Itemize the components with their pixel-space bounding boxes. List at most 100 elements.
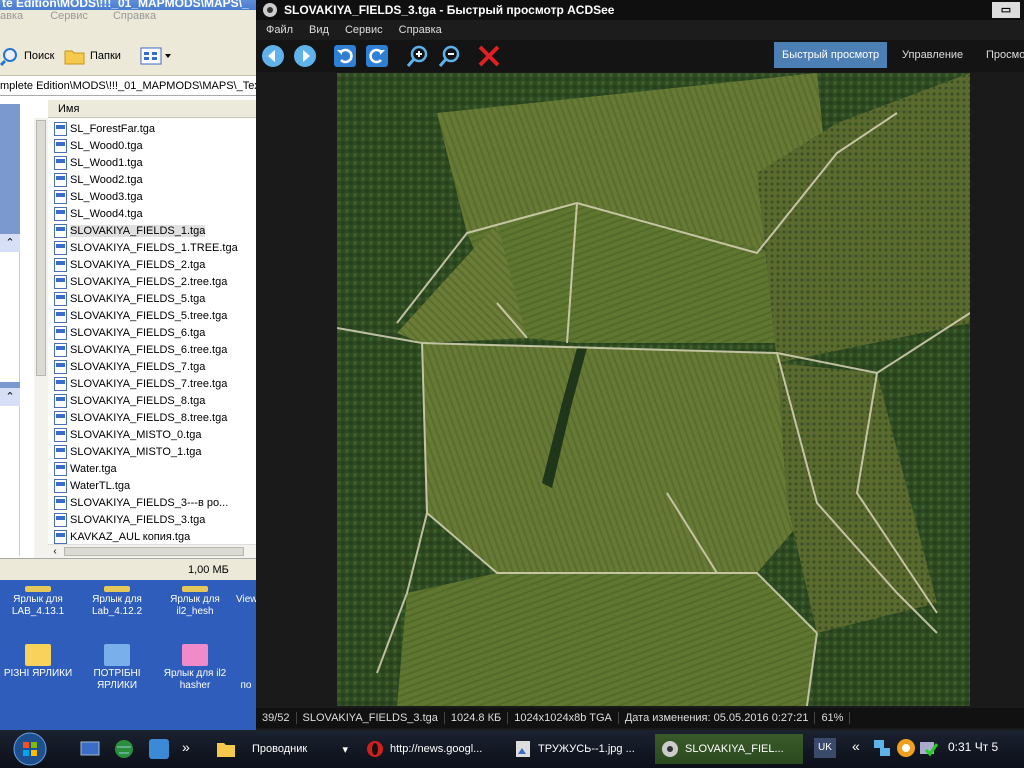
list-item[interactable]: SLOVAKIYA_FIELDS_6.tga [54, 324, 205, 341]
globe-icon[interactable] [114, 739, 134, 759]
clock[interactable]: 0:31 Чт 5 [948, 740, 998, 754]
task-acdsee[interactable]: SLOVAKIYA_FIEL... [655, 734, 803, 764]
views-icon [140, 47, 171, 65]
tga-file-icon [54, 189, 67, 204]
scroll-left-icon[interactable]: ‹ [48, 546, 62, 557]
list-item[interactable]: SL_Wood3.tga [54, 188, 143, 205]
list-item[interactable]: SL_Wood1.tga [54, 154, 143, 171]
rotate-left-icon[interactable] [333, 44, 357, 68]
list-item[interactable]: SLOVAKIYA_FIELDS_3---в ро... [54, 494, 228, 511]
list-item[interactable]: SL_Wood2.tga [54, 171, 143, 188]
task-image-editor[interactable]: ТРУЖУСЬ--1.jpg ... [508, 734, 648, 764]
list-item[interactable]: SLOVAKIYA_FIELDS_2.tree.tga [54, 273, 227, 290]
list-item[interactable]: SLOVAKIYA_MISTO_0.tga [54, 426, 201, 443]
list-item[interactable]: SLOVAKIYA_FIELDS_8.tga [54, 392, 205, 409]
minimize-button[interactable]: ▭ [992, 2, 1020, 18]
menu-file[interactable]: Файл [266, 24, 293, 36]
action-center-icon[interactable] [918, 738, 938, 758]
tab-view[interactable]: Просмо [978, 42, 1024, 68]
views-button[interactable] [140, 44, 172, 68]
folder-icon [104, 644, 130, 666]
search-button[interactable]: Поиск [0, 44, 54, 68]
acdsee-window: SLOVAKIYA_FIELDS_3.tga - Быстрый просмот… [256, 0, 1024, 730]
delete-icon[interactable] [477, 44, 501, 68]
column-header-name[interactable]: Имя [48, 100, 256, 118]
file-name: SLOVAKIYA_FIELDS_1.tga [70, 224, 206, 237]
list-item[interactable]: SL_Wood4.tga [54, 205, 143, 222]
list-item[interactable]: KAVKAZ_AUL копия.tga [54, 528, 190, 545]
zoom-out-icon[interactable] [437, 44, 461, 68]
desktop-icon[interactable]: Ярлык для LAB_4.13.1 [3, 586, 73, 618]
task-explorer[interactable]: Проводник ▾ [210, 734, 352, 764]
next-arrow-icon[interactable] [293, 44, 317, 68]
language-indicator[interactable]: UK [814, 738, 836, 758]
tga-file-icon [54, 461, 67, 476]
desktop-icon[interactable]: РІЗНІ ЯРЛИКИ [3, 644, 73, 680]
list-item[interactable]: SLOVAKIYA_FIELDS_5.tga [54, 290, 205, 307]
list-item[interactable]: SLOVAKIYA_FIELDS_1.tga [54, 222, 206, 239]
collapse-chevron-icon[interactable]: ⌃ [0, 234, 20, 252]
list-item[interactable]: SLOVAKIYA_FIELDS_8.tree.tga [54, 409, 227, 426]
search-icon [0, 48, 17, 66]
menu-help[interactable]: Справка [399, 24, 442, 36]
file-name: WaterTL.tga [70, 479, 131, 492]
folders-button[interactable]: Папки [64, 44, 121, 68]
start-button[interactable] [12, 731, 48, 767]
tga-file-icon [54, 495, 67, 510]
snap-icon[interactable] [148, 738, 170, 760]
desktop-icon[interactable]: Ярлык для Lab_4.12.2 [82, 586, 152, 618]
show-desktop-icon[interactable] [80, 739, 100, 759]
collapse-chevron-icon-2[interactable]: ⌃ [0, 388, 20, 406]
menu-service[interactable]: Сервис [345, 24, 383, 36]
list-item[interactable]: SLOVAKIYA_FIELDS_2.tga [54, 256, 205, 273]
rotate-right-icon[interactable] [365, 44, 389, 68]
explorer-vertical-scrollbar[interactable] [34, 118, 48, 558]
explorer-horizontal-scrollbar[interactable]: ‹ [48, 544, 256, 558]
desktop-icon[interactable]: ПОТРІБНІ ЯРЛИКИ [82, 644, 152, 692]
folder-icon [64, 50, 85, 65]
tga-file-icon [54, 478, 67, 493]
desktop-icon[interactable]: по [236, 680, 256, 692]
scroll-thumb[interactable] [36, 120, 46, 376]
shortcut-icon [182, 586, 208, 592]
task-pane-section-2 [0, 406, 20, 556]
quicklaunch-overflow-icon[interactable]: » [182, 739, 190, 755]
list-item[interactable]: SL_Wood0.tga [54, 137, 143, 154]
tab-manage[interactable]: Управление [894, 42, 971, 68]
list-item[interactable]: SLOVAKIYA_FIELDS_7.tree.tga [54, 375, 227, 392]
tray-overflow-icon[interactable]: « [852, 738, 860, 754]
image-canvas[interactable] [337, 73, 970, 706]
image-file-icon [516, 741, 530, 757]
list-item[interactable]: SL_ForestFar.tga [54, 120, 155, 137]
explorer-window: te Edition\MODS\!!!_01_MAPMODS\MAPS\_ ав… [0, 0, 256, 580]
address-bar[interactable]: mplete Edition\MODS\!!!_01_MAPMODS\MAPS\… [0, 76, 256, 96]
menu-item-help[interactable]: Справка [113, 10, 156, 22]
menu-view[interactable]: Вид [309, 24, 329, 36]
list-item[interactable]: WaterTL.tga [54, 477, 130, 494]
shortcut-icon [25, 586, 51, 592]
menu-item-edit[interactable]: авка [0, 10, 23, 22]
tga-file-icon [54, 325, 67, 340]
hscroll-thumb[interactable] [64, 547, 244, 556]
tab-quick-view[interactable]: Быстрый просмотр [774, 42, 888, 68]
task-explorer-label: Проводник [252, 743, 308, 755]
previous-arrow-icon[interactable] [261, 44, 285, 68]
list-item[interactable]: SLOVAKIYA_FIELDS_1.TREE.tga [54, 239, 238, 256]
status-zoom[interactable]: 61% [815, 712, 851, 724]
status-filesize: 1024.8 КБ [444, 712, 509, 724]
list-item[interactable]: SLOVAKIYA_FIELDS_7.tga [54, 358, 205, 375]
task-opera[interactable]: http://news.googl... [360, 734, 500, 764]
network-icon[interactable] [872, 738, 892, 758]
list-item[interactable]: Water.tga [54, 460, 117, 477]
security-icon[interactable] [896, 738, 916, 758]
desktop-icon[interactable]: Ярлык для il2_hesh [160, 586, 230, 618]
list-item[interactable]: SLOVAKIYA_FIELDS_5.tree.tga [54, 307, 227, 324]
list-item[interactable]: SLOVAKIYA_FIELDS_6.tree.tga [54, 341, 227, 358]
zoom-in-icon[interactable] [405, 44, 429, 68]
list-item[interactable]: SLOVAKIYA_MISTO_1.tga [54, 443, 201, 460]
desktop-icon[interactable]: View [236, 594, 256, 606]
list-item[interactable]: SLOVAKIYA_FIELDS_3.tga [54, 511, 205, 528]
menu-item-service[interactable]: Сервис [50, 10, 88, 22]
file-name: SLOVAKIYA_FIELDS_1.TREE.tga [70, 241, 238, 254]
desktop-icon[interactable]: Ярлык для il2 hasher [160, 644, 230, 692]
